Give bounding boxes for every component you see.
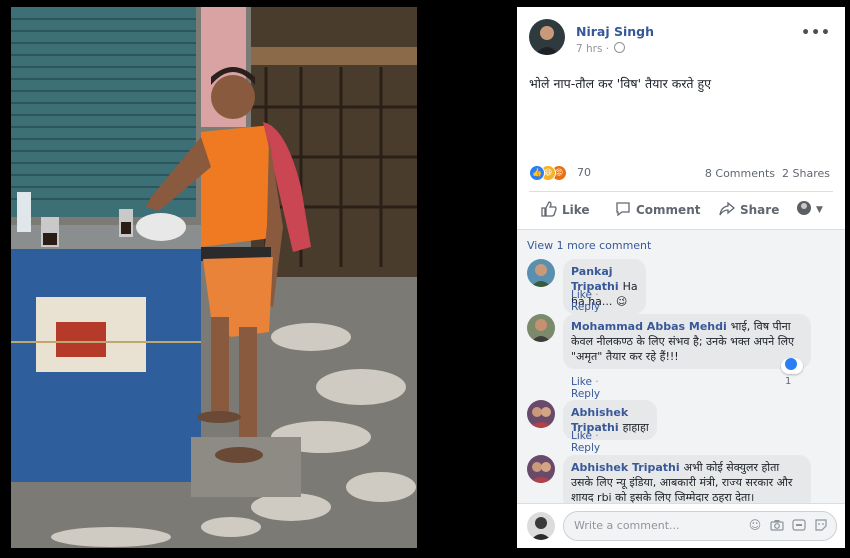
wink-emoji: 😉 [615, 295, 628, 308]
commenter-avatar[interactable] [527, 314, 555, 342]
comment-like-link[interactable]: Like [571, 430, 592, 442]
chevron-down-icon: ▼ [816, 205, 823, 215]
comments-count[interactable]: 8 Comments [705, 167, 775, 180]
comment-icon [615, 201, 631, 220]
comment-text: हाहाहा [622, 421, 649, 434]
like-button[interactable]: Like [541, 201, 590, 220]
post-text: भोले नाप-तौल कर 'विष' तैयार करते हुए [529, 76, 712, 91]
camera-icon[interactable] [770, 518, 784, 532]
gif-icon[interactable] [792, 518, 806, 532]
post-as-selector[interactable]: ▼ [797, 201, 823, 218]
share-button[interactable]: Share [719, 201, 779, 220]
globe-icon [614, 42, 626, 53]
comment-reply-link[interactable]: Reply [571, 442, 600, 454]
comment-like-link[interactable]: Like [571, 376, 592, 388]
comment-like-link[interactable]: Like [571, 289, 592, 301]
comment-input[interactable] [572, 518, 736, 533]
post-header: Niraj Singh 7 hrs · ••• [529, 19, 835, 59]
comment-reply-link[interactable]: Reply [571, 301, 600, 313]
post-time-text: 7 hrs · [576, 43, 610, 55]
comment-reply-link[interactable]: Reply [571, 388, 600, 400]
post-stats: 8 Comments 2 Shares [705, 167, 830, 180]
commenter-name[interactable]: Abhishek Tripathi [571, 461, 680, 474]
reaction-count: 70 [577, 166, 591, 179]
like-label: Like [562, 203, 590, 217]
share-label: Share [740, 203, 780, 217]
author-avatar[interactable] [529, 19, 565, 55]
comment-label: Comment [636, 203, 701, 217]
like-reaction-icon: 👍 [529, 165, 545, 181]
emoji-icon[interactable]: ☺ [748, 518, 762, 532]
post-panel: Niraj Singh 7 hrs · ••• भोले नाप-तौल कर … [517, 7, 845, 548]
comment-composer: ☺ [517, 503, 845, 548]
comment-bubble: Mohammad Abbas Mehdi भाई, विष पीना केवल न… [563, 314, 811, 369]
share-icon [719, 201, 736, 220]
comments-section: View 1 more comment Pankaj Tripathi Ha ha… [517, 230, 845, 510]
post-photo[interactable] [11, 7, 417, 548]
commenter-avatar[interactable] [527, 400, 555, 428]
like-reaction-icon [785, 358, 797, 370]
my-avatar[interactable] [527, 512, 555, 540]
post-time[interactable]: 7 hrs · [576, 42, 626, 55]
comment-bubble: Abhishek Tripathi अभी कोई सेक्युलर होता उ… [563, 455, 811, 510]
commenter-avatar[interactable] [527, 259, 555, 287]
post-actions: Like Comment Share ▼ [529, 193, 833, 225]
shares-count[interactable]: 2 Shares [782, 167, 830, 180]
author-name[interactable]: Niraj Singh [576, 24, 654, 39]
view-more-comments-link[interactable]: View 1 more comment [527, 239, 651, 252]
comment-input-wrapper: ☺ [563, 511, 837, 541]
post-options-button[interactable]: ••• [801, 25, 831, 41]
like-icon [541, 201, 557, 220]
author-avatar-image [529, 19, 565, 55]
divider [529, 191, 833, 192]
commenter-name[interactable]: Mohammad Abbas Mehdi [571, 320, 727, 333]
comment-like-count-number: 1 [785, 376, 792, 387]
comment-button[interactable]: Comment [615, 201, 700, 220]
photo-scene [11, 7, 417, 548]
sticker-icon[interactable] [814, 518, 828, 532]
comment-like-count[interactable]: 1 [781, 358, 803, 387]
commenter-avatar[interactable] [527, 455, 555, 483]
profile-mini-icon [797, 201, 811, 218]
